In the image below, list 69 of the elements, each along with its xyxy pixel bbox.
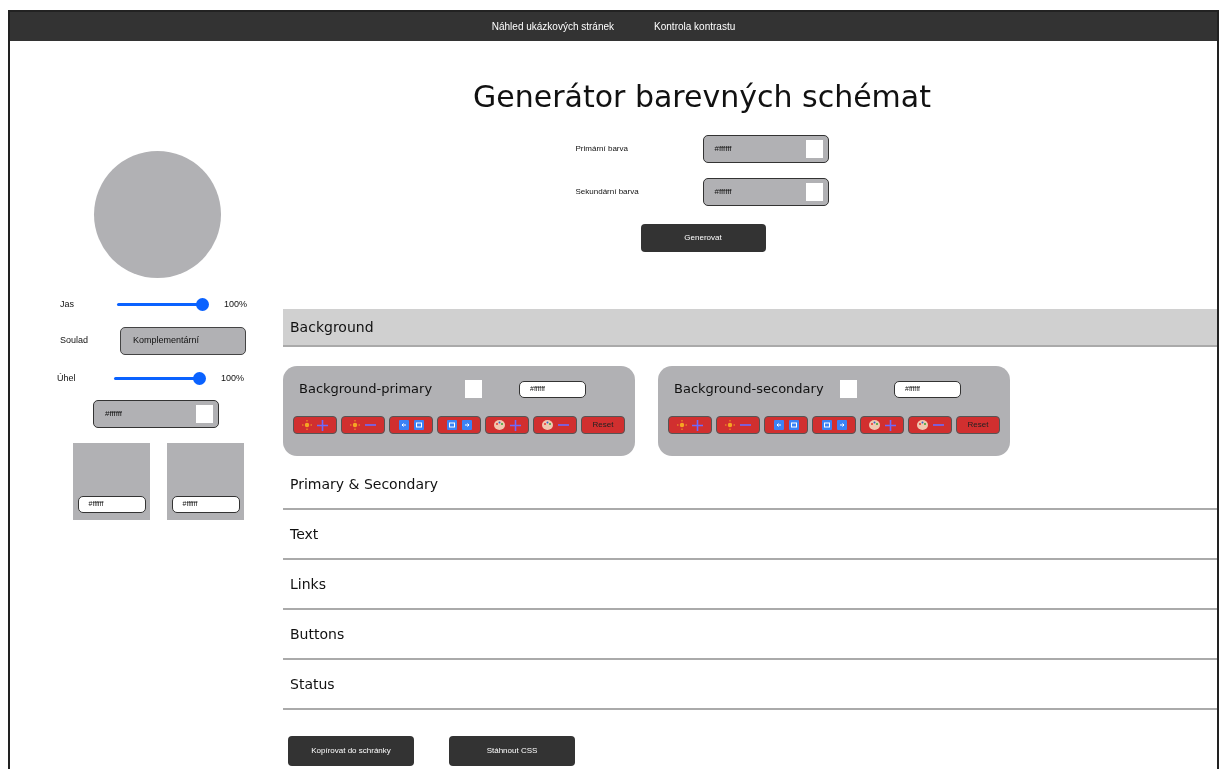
accordion-header[interactable]: Status	[283, 660, 1217, 710]
adjust-button[interactable]	[533, 416, 577, 434]
color-field[interactable]: #ffffff	[93, 400, 219, 428]
slider-value: 100%	[224, 298, 248, 311]
color-value: #ffffff	[105, 408, 123, 420]
sun-icon	[350, 420, 360, 430]
palette-icon	[493, 420, 505, 430]
adjust-button[interactable]	[860, 416, 904, 434]
color-swatch[interactable]	[196, 405, 213, 423]
minus-icon	[365, 424, 376, 426]
adjust-button[interactable]	[908, 416, 952, 434]
adjust-button[interactable]	[341, 416, 385, 434]
color-input-label: Sekundární barva	[575, 186, 640, 198]
accordion-header[interactable]: Background	[283, 309, 1217, 347]
palette-icon	[916, 420, 928, 430]
color-swatch[interactable]	[805, 140, 823, 158]
adjust-button[interactable]	[812, 416, 856, 434]
adjust-button[interactable]	[716, 416, 760, 434]
color-field[interactable]: #ffffff	[702, 178, 829, 206]
adjust-button[interactable]	[668, 416, 712, 434]
generate-button[interactable]: Generovat	[640, 224, 766, 252]
minus-icon	[932, 424, 944, 426]
footer-button[interactable]: Kopírovat do schránky	[288, 736, 414, 766]
color-swatch[interactable]	[840, 380, 857, 398]
adjust-button[interactable]	[293, 416, 337, 434]
accordion-header[interactable]: Links	[283, 560, 1217, 610]
plus-icon	[884, 419, 896, 431]
sun-icon	[725, 420, 735, 430]
slider-label: Úhel	[57, 371, 77, 385]
color-swatch[interactable]	[805, 183, 823, 201]
accordion-header[interactable]: Primary & Secondary	[283, 460, 1217, 510]
adjust-button[interactable]	[485, 416, 529, 434]
adjust-button[interactable]	[389, 416, 433, 434]
left-arrow-icon	[398, 420, 409, 430]
slider-thumb[interactable]	[196, 298, 209, 312]
slider[interactable]	[114, 371, 206, 385]
footer-button[interactable]: Stáhnout CSS	[449, 736, 575, 766]
color-value: #ffffff	[714, 186, 732, 198]
nav-link[interactable]: Kontrola kontrastu	[654, 19, 736, 34]
color-input-label: Primární barva	[575, 143, 629, 155]
plus-icon	[509, 419, 521, 431]
page-title: Generátor barevných schémat	[473, 79, 931, 115]
adjust-button[interactable]	[437, 416, 481, 434]
minus-icon	[557, 424, 569, 426]
harmony-label: Soulad	[60, 333, 90, 347]
harmony-select[interactable]: Komplementární	[120, 326, 246, 355]
accordion-header[interactable]: Text	[283, 510, 1217, 560]
sun-icon	[677, 420, 687, 430]
color-field[interactable]: #ffffff	[702, 135, 829, 163]
slider[interactable]	[117, 298, 209, 312]
minus-icon	[740, 424, 751, 426]
plus-icon	[692, 419, 703, 431]
accordion-header[interactable]: Buttons	[283, 610, 1217, 660]
plus-icon	[317, 419, 328, 431]
slider-value: 100%	[221, 371, 245, 385]
card-title: Background-primary	[298, 380, 434, 399]
slider-label: Jas	[60, 298, 75, 311]
color-swatch[interactable]	[465, 380, 482, 398]
right-arrow-icon	[461, 420, 472, 430]
adjust-button[interactable]	[764, 416, 808, 434]
palette-icon	[868, 420, 880, 430]
sun-icon	[302, 420, 312, 430]
color-value: #ffffff	[714, 143, 732, 155]
right-arrow-icon	[836, 420, 847, 430]
nav-link[interactable]: Náhled ukázkových stránek	[491, 19, 615, 34]
palette-icon	[541, 420, 553, 430]
left-arrow-icon	[773, 420, 784, 430]
card-title: Background-secondary	[673, 380, 825, 399]
slider-thumb[interactable]	[193, 371, 206, 385]
